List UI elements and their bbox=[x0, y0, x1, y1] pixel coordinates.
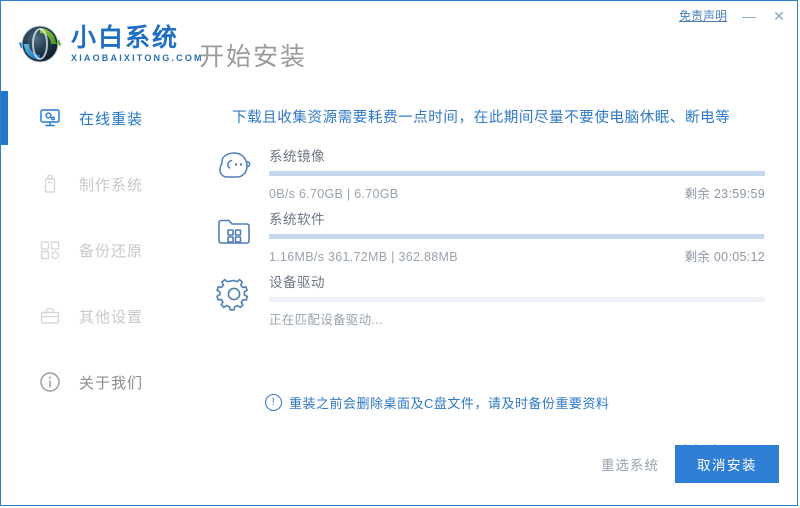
restore-grid-icon bbox=[37, 237, 63, 263]
cancel-install-button[interactable]: 取消安装 bbox=[675, 445, 779, 483]
close-icon[interactable]: ✕ bbox=[771, 8, 787, 24]
sidebar: 在线重装 制作系统 备份还原 其他设置 关于我们 bbox=[1, 85, 197, 505]
task-meta: 1.16MB/s 361.72MB | 362.88MB 剩余 00:05:12 bbox=[269, 246, 765, 265]
task-meta: 正在匹配设备驱动... bbox=[269, 309, 765, 328]
sidebar-item-about-us[interactable]: 关于我们 bbox=[1, 349, 197, 415]
active-indicator bbox=[1, 223, 8, 277]
active-indicator bbox=[1, 289, 8, 343]
task-detail: 正在匹配设备驱动... bbox=[269, 313, 383, 327]
progress-fill bbox=[269, 234, 764, 239]
task-row: 系统镜像 0B/s 6.70GB | 6.70GB 剩余 23:59:59 bbox=[205, 145, 765, 208]
sidebar-item-backup-restore[interactable]: 备份还原 bbox=[1, 217, 197, 283]
task-title: 设备驱动 bbox=[269, 275, 325, 290]
sidebar-item-label: 其他设置 bbox=[79, 308, 144, 326]
globe-refresh-icon bbox=[15, 19, 65, 69]
reselect-system-button[interactable]: 重选系统 bbox=[601, 454, 659, 474]
footer-actions: 重选系统 取消安装 bbox=[601, 445, 779, 483]
ghost-face-icon bbox=[213, 147, 255, 189]
task-row: 设备驱动 正在匹配设备驱动... bbox=[205, 271, 765, 334]
window-controls: 免责声明 — ✕ bbox=[679, 7, 787, 24]
sidebar-item-make-system[interactable]: 制作系统 bbox=[1, 151, 197, 217]
brand-text: 小白系统 XIAOBAIXITONG.COM bbox=[71, 23, 204, 63]
disclaimer-link[interactable]: 免责声明 bbox=[679, 7, 727, 24]
usb-drive-icon bbox=[37, 171, 63, 197]
task-list: 系统镜像 0B/s 6.70GB | 6.70GB 剩余 23:59:59 系统… bbox=[205, 145, 765, 334]
warning-text: 重装之前会删除桌面及C盘文件，请及时备份重要资料 bbox=[289, 396, 610, 411]
folder-apps-icon bbox=[213, 210, 255, 252]
brand-name-en: XIAOBAIXITONG.COM bbox=[71, 52, 204, 63]
active-indicator bbox=[1, 157, 8, 211]
active-indicator bbox=[1, 91, 8, 145]
sidebar-item-label: 关于我们 bbox=[79, 374, 144, 392]
exclamation-circle-icon: ! bbox=[265, 394, 282, 411]
gear-icon bbox=[213, 273, 255, 315]
progress-bar bbox=[269, 171, 765, 176]
main-content: 下载且收集资源需要耗费一点时间，在此期间尽量不要使电脑休眠、断电等 系统镜像 0… bbox=[197, 85, 797, 505]
task-meta: 0B/s 6.70GB | 6.70GB 剩余 23:59:59 bbox=[269, 183, 765, 202]
task-title: 系统镜像 bbox=[269, 149, 325, 164]
app-window: 小白系统 XIAOBAIXITONG.COM 开始安装 免责声明 — ✕ 在线重… bbox=[0, 0, 798, 506]
progress-bar bbox=[269, 297, 765, 302]
task-row: 系统软件 1.16MB/s 361.72MB | 362.88MB 剩余 00:… bbox=[205, 208, 765, 271]
brand-logo: 小白系统 XIAOBAIXITONG.COM bbox=[15, 19, 204, 69]
task-detail: 1.16MB/s 361.72MB | 362.88MB bbox=[269, 250, 458, 264]
brand-name-cn: 小白系统 bbox=[71, 23, 180, 52]
sidebar-item-other-settings[interactable]: 其他设置 bbox=[1, 283, 197, 349]
task-title: 系统软件 bbox=[269, 212, 325, 227]
sidebar-item-online-reinstall[interactable]: 在线重装 bbox=[1, 85, 197, 151]
active-indicator bbox=[1, 355, 8, 409]
warning-message: ! 重装之前会删除桌面及C盘文件，请及时备份重要资料 bbox=[265, 393, 609, 412]
progress-bar bbox=[269, 234, 765, 239]
info-circle-icon bbox=[37, 369, 63, 395]
task-detail: 0B/s 6.70GB | 6.70GB bbox=[269, 187, 399, 201]
sidebar-item-label: 制作系统 bbox=[79, 176, 144, 194]
title-bar: 小白系统 XIAOBAIXITONG.COM 开始安装 免责声明 — ✕ bbox=[1, 1, 797, 85]
page-title: 开始安装 bbox=[199, 43, 308, 71]
download-notice: 下载且收集资源需要耗费一点时间，在此期间尽量不要使电脑休眠、断电等 bbox=[232, 110, 731, 126]
toolbox-icon bbox=[37, 303, 63, 329]
minimize-icon[interactable]: — bbox=[741, 8, 757, 24]
task-remaining: 剩余 00:05:12 bbox=[684, 250, 765, 264]
progress-fill bbox=[269, 171, 765, 176]
sidebar-item-label: 备份还原 bbox=[79, 242, 144, 260]
task-remaining: 剩余 23:59:59 bbox=[684, 187, 765, 201]
monitor-icon bbox=[37, 105, 63, 131]
sidebar-item-label: 在线重装 bbox=[79, 110, 144, 128]
